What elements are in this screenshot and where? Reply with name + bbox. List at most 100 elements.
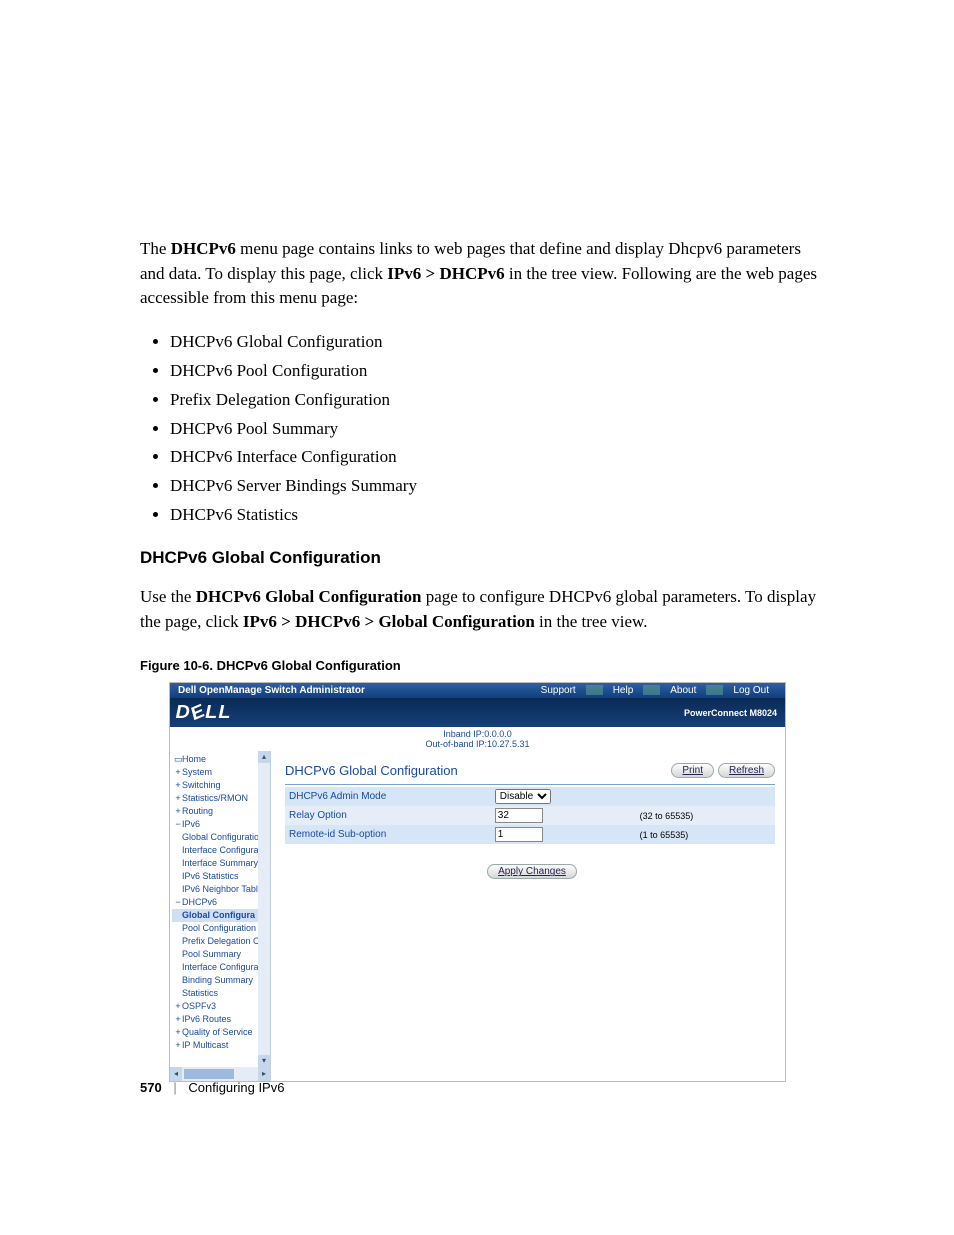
tree-node[interactable]: IPv6 Neighbor Table (172, 883, 270, 896)
remoteid-input[interactable] (495, 827, 543, 842)
tree-node[interactable]: ▭Home (172, 753, 270, 766)
top-nav: Support Help About Log Out (533, 685, 777, 696)
scroll-up-icon[interactable]: ▴ (258, 751, 270, 763)
scroll-down-icon[interactable]: ▾ (258, 1055, 270, 1067)
remoteid-hint: (1 to 65535) (636, 825, 775, 844)
tree-node-label: Global Configura (182, 910, 255, 920)
tree-icon[interactable]: ▭ (174, 753, 182, 766)
tree-node[interactable]: +OSPFv3 (172, 1000, 270, 1013)
page-links-list: DHCPv6 Global Configuration DHCPv6 Pool … (170, 328, 824, 530)
expand-icon[interactable]: + (174, 805, 182, 818)
refresh-button[interactable]: Refresh (718, 763, 775, 778)
tree-node-label: IP Multicast (182, 1040, 228, 1050)
intro-b1: DHCPv6 (171, 239, 236, 258)
nav-help[interactable]: Help (605, 685, 642, 696)
tree-node[interactable]: +IPv6 Routes (172, 1013, 270, 1026)
apply-changes-button[interactable]: Apply Changes (487, 864, 577, 879)
footer-section: Configuring IPv6 (188, 1080, 284, 1095)
tree-node[interactable]: Interface Configuratio (172, 844, 270, 857)
dell-logo: DELL (178, 702, 684, 723)
tree-node[interactable]: Global Configuration (172, 831, 270, 844)
tree-node-label: Interface Configuratio (182, 845, 268, 855)
tree-node[interactable]: Global Configura (172, 909, 270, 922)
nav-tree-panel: ▭Home+System+Switching+Statistics/RMON+R… (170, 751, 271, 1081)
scroll-thumb[interactable] (184, 1069, 234, 1079)
tree-node-label: Pool Summary (182, 949, 241, 959)
page-number: 570 (140, 1080, 162, 1095)
section-paragraph: Use the DHCPv6 Global Configuration page… (140, 585, 824, 634)
tree-node-label: Prefix Delegation C (182, 936, 260, 946)
expand-icon[interactable]: + (174, 792, 182, 805)
table-row: Relay Option (32 to 65535) (285, 806, 775, 825)
tree-node-label: Interface Summary (182, 858, 258, 868)
tree-node-label: OSPFv3 (182, 1001, 216, 1011)
nav-support[interactable]: Support (533, 685, 584, 696)
admin-mode-label: DHCPv6 Admin Mode (285, 787, 491, 806)
tree-node[interactable]: Statistics (172, 987, 270, 1000)
expand-icon[interactable]: + (174, 1039, 182, 1052)
config-table: DHCPv6 Admin Mode Disable Relay Option (… (285, 787, 775, 844)
relay-option-label: Relay Option (285, 806, 491, 825)
page-footer: 570 | Configuring IPv6 (140, 1080, 284, 1095)
nav-logout[interactable]: Log Out (725, 685, 777, 696)
tree-node-label: Global Configuration (182, 832, 264, 842)
tree-node[interactable]: +Switching (172, 779, 270, 792)
tree-node-label: Home (182, 754, 206, 764)
expand-icon[interactable]: + (174, 779, 182, 792)
tree-node[interactable]: Interface Configura (172, 961, 270, 974)
list-item: DHCPv6 Global Configuration (170, 328, 824, 357)
tree-node-label: Binding Summary (182, 975, 253, 985)
collapse-icon[interactable]: − (174, 896, 182, 909)
tree-node[interactable]: IPv6 Statistics (172, 870, 270, 883)
list-item: DHCPv6 Pool Configuration (170, 357, 824, 386)
tree-node[interactable]: Prefix Delegation C (172, 935, 270, 948)
tree-node-label: IPv6 Neighbor Table (182, 884, 263, 894)
product-name: PowerConnect M8024 (684, 708, 777, 718)
expand-icon[interactable]: + (174, 1000, 182, 1013)
tree-node-label: Routing (182, 806, 213, 816)
list-item: DHCPv6 Statistics (170, 501, 824, 530)
tree-node-label: Pool Configuration (182, 923, 256, 933)
tree-node[interactable]: +IP Multicast (172, 1039, 270, 1052)
collapse-icon[interactable]: − (174, 818, 182, 831)
main-panel: DHCPv6 Global Configuration Print Refres… (271, 751, 785, 1081)
footer-separator: | (165, 1080, 184, 1095)
tree-node-label: IPv6 Statistics (182, 871, 239, 881)
nav-about[interactable]: About (662, 685, 704, 696)
expand-icon[interactable]: + (174, 1026, 182, 1039)
nav-tree[interactable]: ▭Home+System+Switching+Statistics/RMON+R… (170, 751, 270, 1054)
tree-node[interactable]: −IPv6 (172, 818, 270, 831)
remoteid-label: Remote-id Sub-option (285, 825, 491, 844)
screenshot: Dell OpenManage Switch Administrator Sup… (170, 683, 785, 1081)
expand-icon[interactable]: + (174, 1013, 182, 1026)
outband-ip: Out-of-band IP:10.27.5.31 (425, 739, 529, 749)
tree-node[interactable]: Pool Configuration (172, 922, 270, 935)
intro-paragraph: The DHCPv6 menu page contains links to w… (140, 237, 824, 311)
p2d: IPv6 > DHCPv6 > Global Configuration (243, 612, 535, 631)
tree-node[interactable]: +System (172, 766, 270, 779)
tree-node[interactable]: Pool Summary (172, 948, 270, 961)
p2b: DHCPv6 Global Configuration (196, 587, 422, 606)
list-item: Prefix Delegation Configuration (170, 386, 824, 415)
vertical-scrollbar[interactable]: ▴ ▾ (258, 751, 270, 1067)
inband-ip: Inband IP:0.0.0.0 (443, 729, 512, 739)
tree-node[interactable]: +Quality of Service (172, 1026, 270, 1039)
list-item: DHCPv6 Server Bindings Summary (170, 472, 824, 501)
tree-node[interactable]: +Statistics/RMON (172, 792, 270, 805)
table-row: Remote-id Sub-option (1 to 65535) (285, 825, 775, 844)
ip-bar: Inband IP:0.0.0.0 Out-of-band IP:10.27.5… (170, 727, 785, 751)
tree-node-label: DHCPv6 (182, 897, 217, 907)
tree-node-label: Quality of Service (182, 1027, 253, 1037)
print-button[interactable]: Print (671, 763, 714, 778)
tree-node[interactable]: −DHCPv6 (172, 896, 270, 909)
tree-node[interactable]: +Routing (172, 805, 270, 818)
intro-t1: The (140, 239, 171, 258)
relay-option-input[interactable] (495, 808, 543, 823)
admin-mode-select[interactable]: Disable (495, 789, 551, 804)
window-title: Dell OpenManage Switch Administrator (178, 685, 533, 696)
p2a: Use the (140, 587, 196, 606)
tree-node-label: Interface Configura (182, 962, 259, 972)
tree-node[interactable]: Interface Summary (172, 857, 270, 870)
expand-icon[interactable]: + (174, 766, 182, 779)
tree-node[interactable]: Binding Summary (172, 974, 270, 987)
